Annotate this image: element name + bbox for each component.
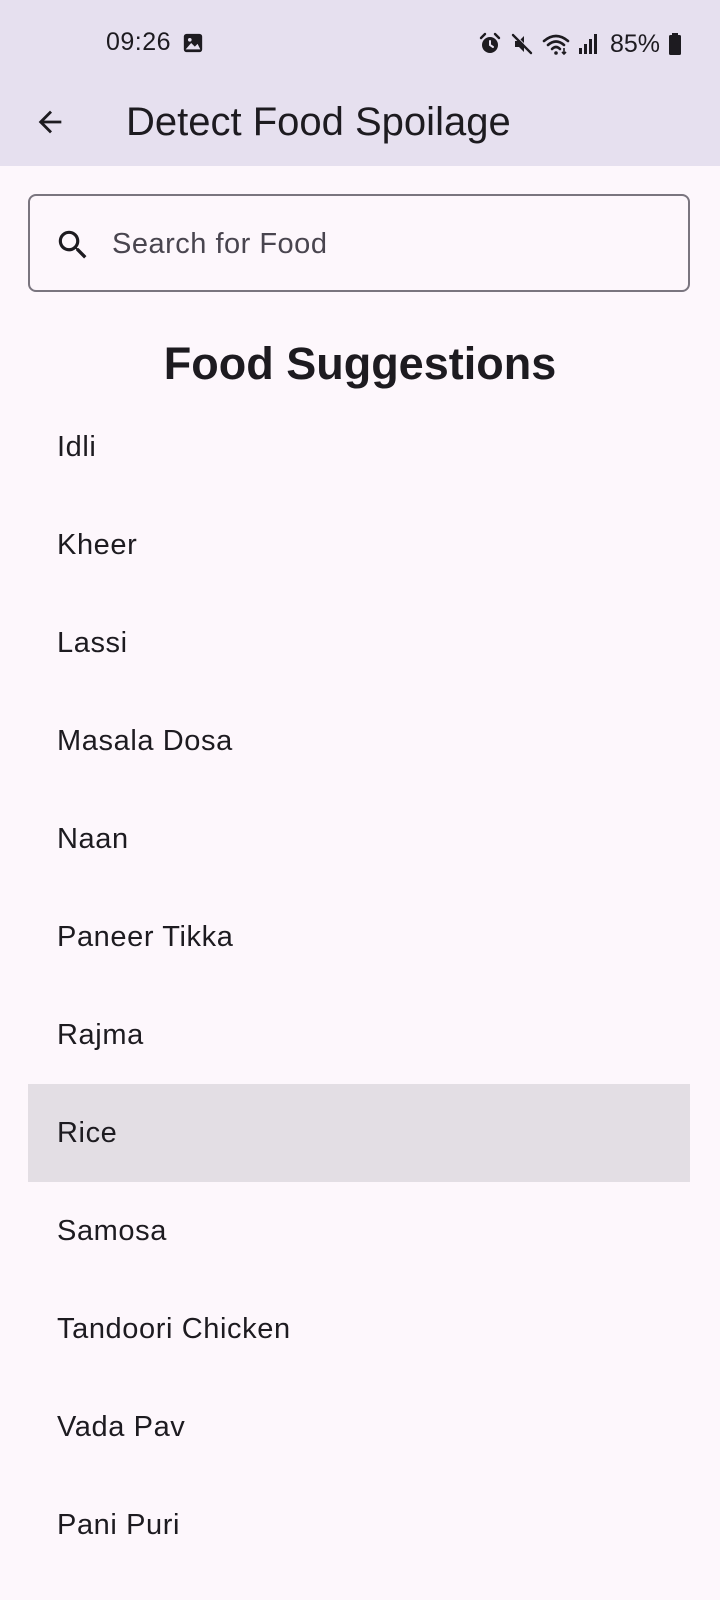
list-item-label: Masala Dosa bbox=[57, 724, 233, 757]
list-item-label: Idli bbox=[57, 430, 97, 463]
screen: 09:26 85% Detect Food Spoilage Search fo… bbox=[0, 0, 720, 1600]
list-item-label: Kheer bbox=[57, 528, 138, 561]
list-item-label: Tandoori Chicken bbox=[57, 1312, 291, 1345]
gallery-icon bbox=[183, 33, 203, 53]
list-item[interactable]: Pani Puri bbox=[28, 1476, 690, 1574]
arrow-back-icon bbox=[38, 110, 62, 134]
status-icons: 85% bbox=[478, 28, 682, 60]
status-bar: 09:26 85% bbox=[0, 0, 720, 86]
list-item-highlighted[interactable]: Rice bbox=[28, 1084, 690, 1182]
search-field[interactable] bbox=[28, 194, 690, 292]
search-icon bbox=[58, 230, 87, 259]
search-input[interactable] bbox=[112, 214, 672, 274]
app-bar: Detect Food Spoilage bbox=[0, 86, 720, 166]
list-item-label: Vada Pav bbox=[57, 1410, 186, 1443]
list-item[interactable]: Vada Pav bbox=[28, 1378, 690, 1476]
back-button[interactable] bbox=[22, 94, 78, 150]
list-item-label: Samosa bbox=[57, 1214, 167, 1247]
list-item[interactable]: Idli bbox=[28, 398, 690, 496]
list-item[interactable]: Paneer Tikka bbox=[28, 888, 690, 986]
food-suggestion-list: Idli Kheer Lassi Masala Dosa Naan Paneer… bbox=[28, 398, 690, 1574]
page-title: Detect Food Spoilage bbox=[126, 100, 511, 144]
list-item-label: Rice bbox=[57, 1116, 118, 1149]
list-item-label: Pani Puri bbox=[57, 1508, 181, 1541]
list-item[interactable]: Kheer bbox=[28, 496, 690, 594]
mute-icon bbox=[511, 33, 533, 55]
list-item-label: Lassi bbox=[57, 626, 128, 659]
signal-icon bbox=[578, 34, 597, 54]
list-item[interactable]: Masala Dosa bbox=[28, 692, 690, 790]
header: 09:26 85% Detect Food Spoilage bbox=[0, 0, 720, 166]
list-item-label: Naan bbox=[57, 822, 129, 855]
battery-percent: 85% bbox=[609, 29, 660, 58]
food-suggestions-heading: Food Suggestions bbox=[163, 338, 557, 389]
list-item[interactable]: Rajma bbox=[28, 986, 690, 1084]
alarm-icon bbox=[479, 32, 501, 53]
list-item[interactable]: Naan bbox=[28, 790, 690, 888]
list-item-label: Rajma bbox=[57, 1018, 144, 1051]
list-item[interactable]: Tandoori Chicken bbox=[28, 1280, 690, 1378]
battery-icon bbox=[669, 33, 681, 55]
list-item-label: Paneer Tikka bbox=[57, 920, 234, 953]
list-item[interactable]: Lassi bbox=[28, 594, 690, 692]
status-time: 09:26 bbox=[106, 28, 172, 56]
wifi-icon bbox=[542, 34, 570, 56]
list-item[interactable]: Samosa bbox=[28, 1182, 690, 1280]
